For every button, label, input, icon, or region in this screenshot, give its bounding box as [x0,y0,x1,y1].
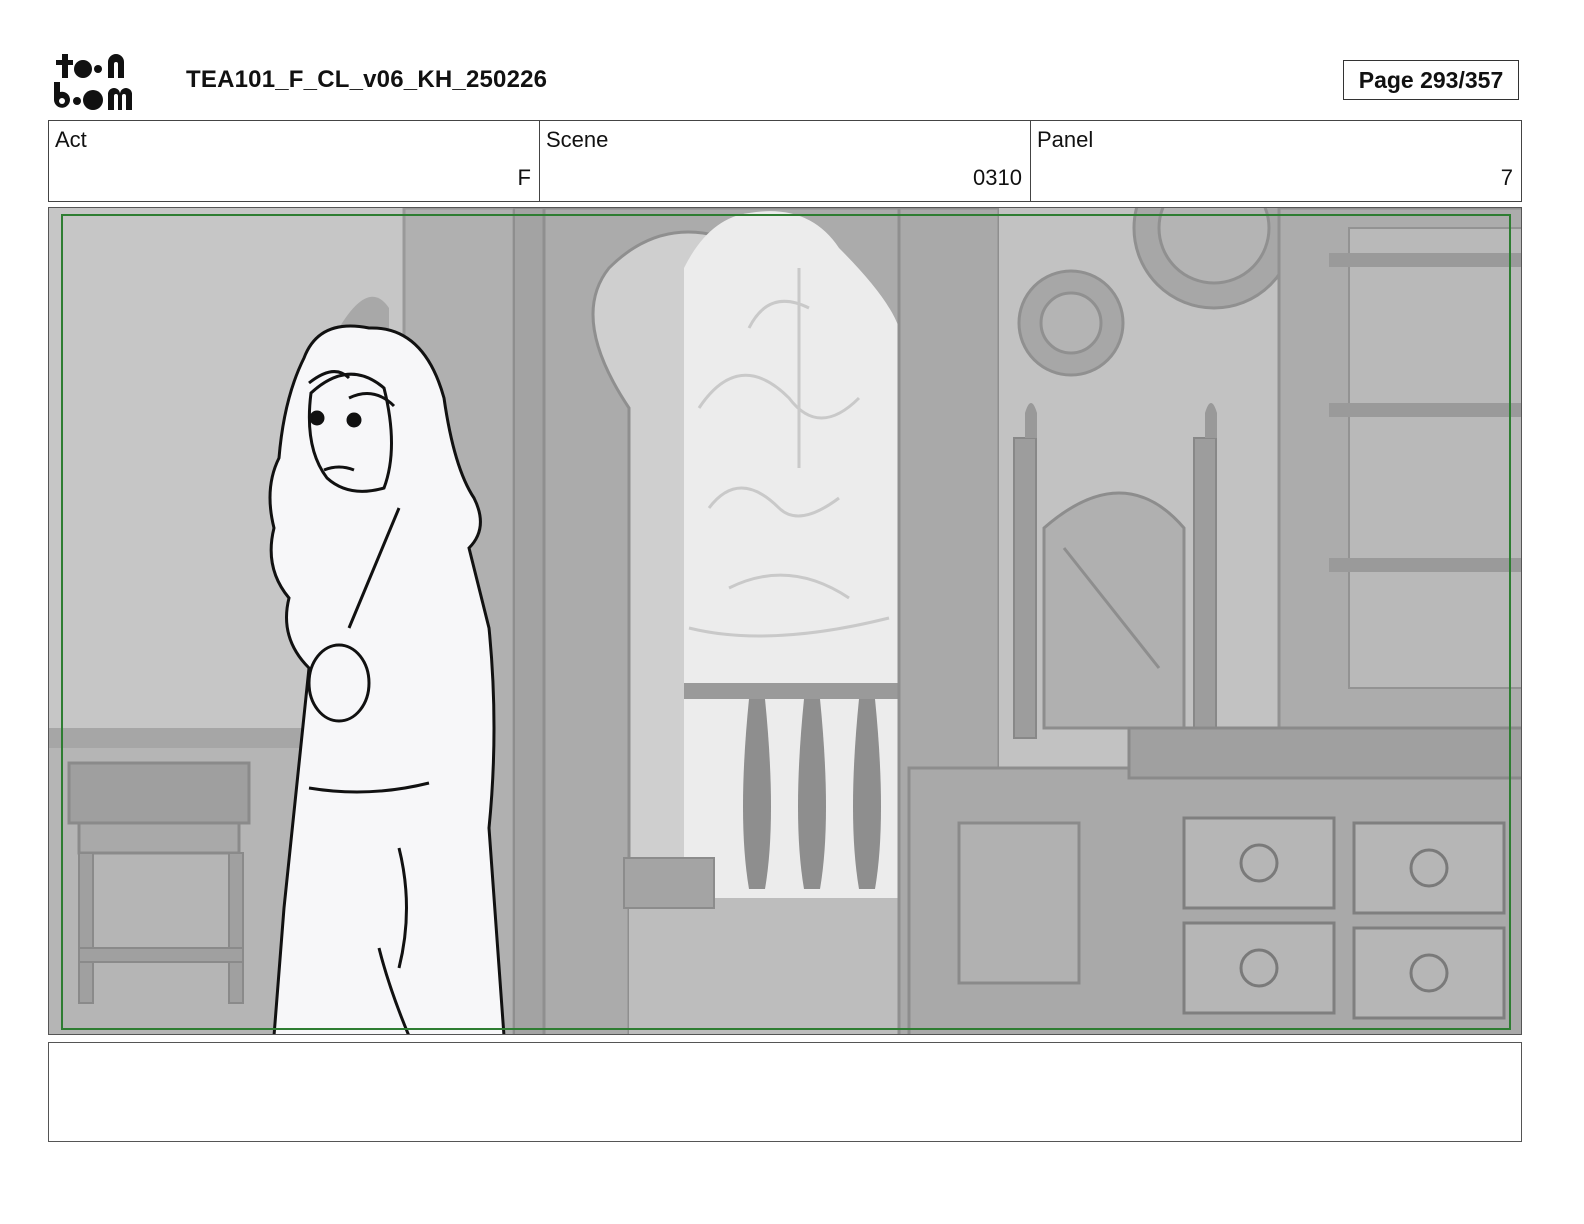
document-title: TEA101_F_CL_v06_KH_250226 [186,66,548,93]
page-indicator: Page 293/357 [1343,60,1519,100]
act-cell: Act F [49,121,540,201]
panel-label: Panel [1037,127,1094,152]
act-label: Act [55,127,87,152]
scene-value: 0310 [973,165,1022,190]
panel-cell: Panel 7 [1031,121,1521,201]
scene-label: Scene [546,127,609,152]
panel-info-row: Act F Scene 0310 Panel 7 [48,120,1522,202]
panel-value: 7 [1500,165,1513,190]
storyboard-panel [48,207,1522,1035]
act-value: F [517,165,531,190]
panel-drawing [49,208,1521,1034]
toon-boom-logo [54,54,132,110]
panel-caption-box [48,1042,1522,1142]
scene-cell: Scene 0310 [540,121,1031,201]
